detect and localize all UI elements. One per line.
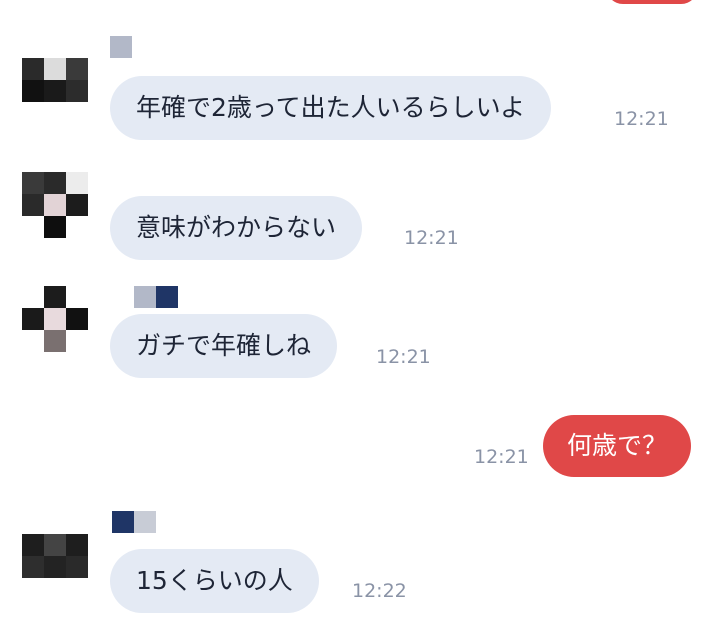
avatar[interactable] <box>22 172 88 238</box>
avatar[interactable] <box>22 534 88 578</box>
message-bubble[interactable]: 意味がわからない <box>110 196 363 260</box>
message-timestamp: 12:21 <box>404 227 459 249</box>
message-bubble[interactable]: ガチで年確しね <box>110 314 338 378</box>
message-timestamp: 12:21 <box>376 346 431 368</box>
message-timestamp: 12:21 <box>474 446 529 468</box>
message-bubble[interactable]: 15くらいの人 <box>110 549 319 613</box>
message-timestamp: 12:22 <box>352 580 407 602</box>
message-bubble[interactable]: 年確で2歳って出た人いるらしいよ <box>110 76 552 140</box>
sender-name <box>110 36 140 60</box>
sender-name <box>112 511 162 535</box>
message-bubble[interactable]: 何歳で？ <box>543 415 692 477</box>
avatar[interactable] <box>22 58 92 106</box>
previous-outgoing-bubble <box>606 0 698 4</box>
message-timestamp: 12:21 <box>614 108 669 130</box>
avatar[interactable] <box>22 286 88 352</box>
sender-name <box>134 286 184 310</box>
